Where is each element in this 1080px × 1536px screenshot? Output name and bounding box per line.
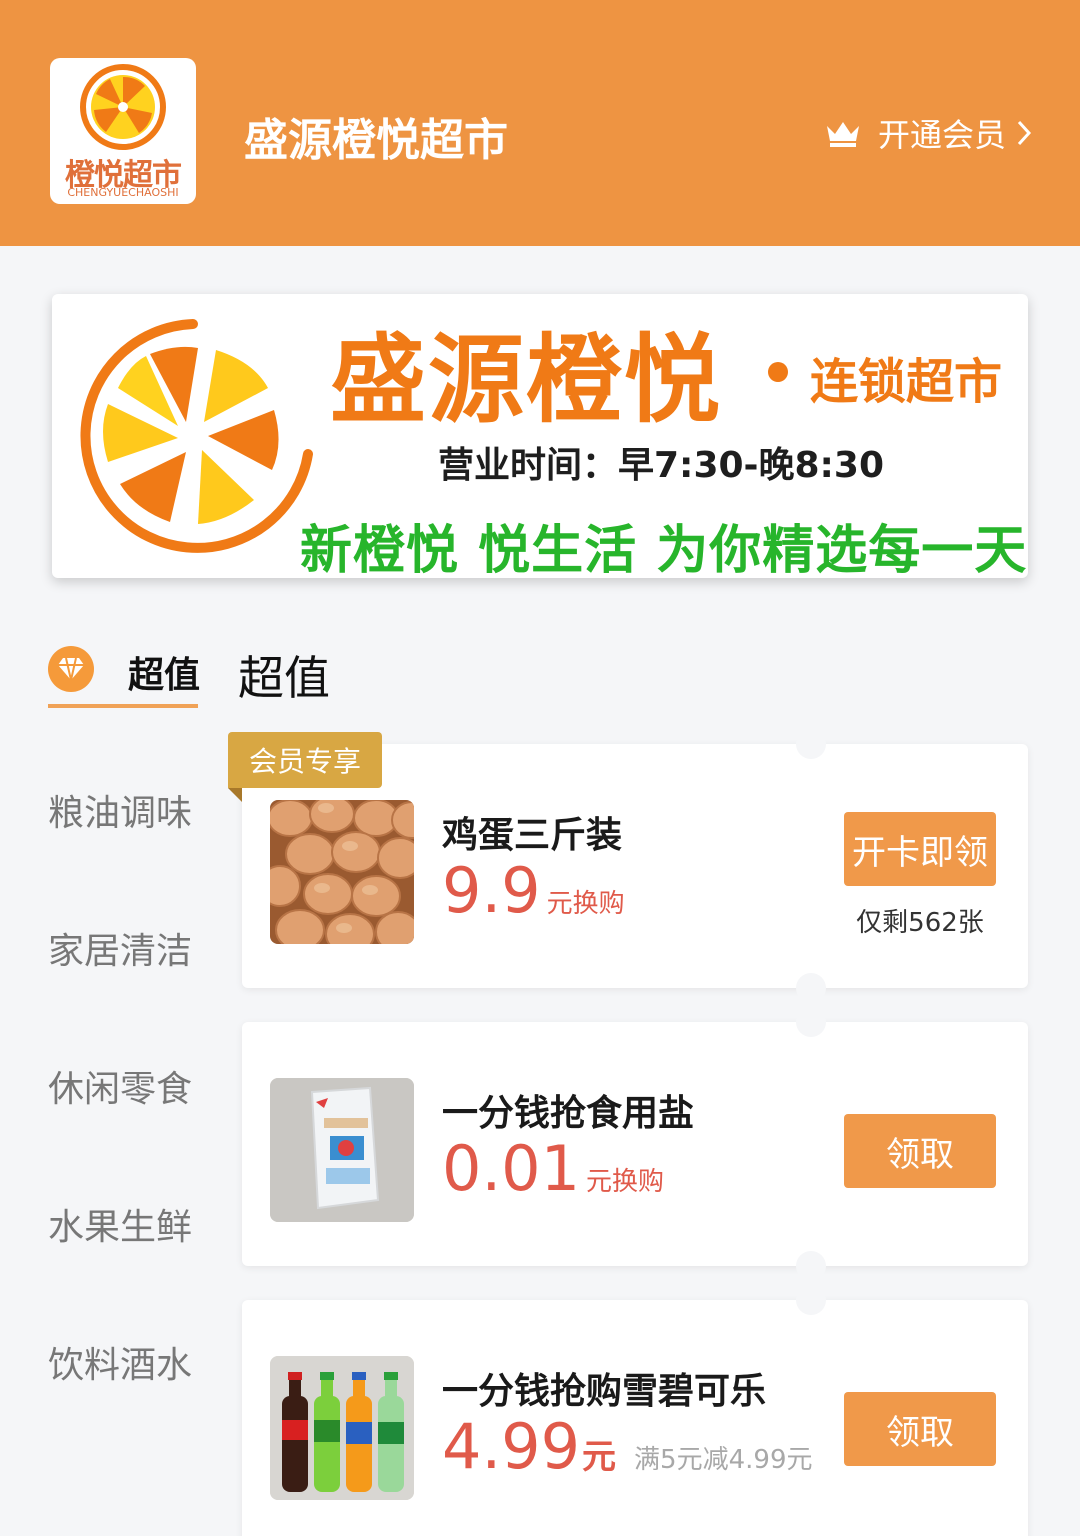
product-name: 一分钱抢购雪碧可乐 [442, 1371, 767, 1412]
badge-fold [228, 788, 242, 802]
price-unit: 元换购 [586, 1167, 665, 1197]
product-name: 鸡蛋三斤装 [442, 815, 623, 856]
orange-slice-icon [80, 319, 313, 553]
claim-button[interactable]: 领取 [844, 1392, 996, 1466]
banner-slogan: 新橙悦 悦生活 为你精选每一天 [300, 521, 1028, 578]
price-row: 0.01 元换购 [442, 1132, 664, 1205]
soda-bottles-image [270, 1356, 414, 1500]
price-unit: 元换购 [546, 889, 625, 919]
product-card-soda[interactable]: 一分钱抢购雪碧可乐 4.99 元 满5元减4.99元 领取 [242, 1285, 1028, 1536]
banner-separator-dot [768, 362, 788, 382]
store-logo: 橙悦超市 CHENGYUECHAOSHI [50, 58, 196, 204]
sidebar-item-fresh-fruit[interactable]: 水果生鲜 [48, 1198, 192, 1250]
sidebar-item-drinks[interactable]: 饮料酒水 [48, 1336, 192, 1388]
open-membership-label: 开通会员 [877, 116, 1006, 154]
tab-value-deals[interactable]: 超值 [128, 646, 200, 698]
salt-image [270, 1078, 414, 1222]
product-price: 9.9 [442, 854, 541, 927]
orange-logo-icon [80, 64, 166, 150]
sidebar-item-household-cleaning[interactable]: 家居清洁 [48, 922, 192, 974]
product-name: 一分钱抢食用盐 [442, 1093, 695, 1134]
diamond-icon [48, 646, 94, 692]
price-row: 9.9 元换购 [442, 854, 625, 927]
open-card-claim-button[interactable]: 开卡即领 [844, 812, 996, 886]
discount-note: 满5元减4.99元 [634, 1445, 813, 1475]
section-title: 超值 [238, 651, 330, 705]
remaining-count: 仅剩562张 [856, 908, 984, 938]
chevron-right-icon [1017, 120, 1032, 146]
logo-subtext: CHENGYUECHAOSHI [67, 186, 179, 199]
price-row: 4.99 元 满5元减4.99元 [442, 1410, 812, 1483]
active-tab-indicator [48, 704, 198, 708]
price-unit: 元 [582, 1437, 617, 1477]
product-price: 4.99 [442, 1410, 581, 1483]
app-header: 橙悦超市 CHENGYUECHAOSHI 盛源橙悦超市 开通会员 [0, 0, 1080, 246]
member-exclusive-badge: 会员专享 [228, 732, 382, 788]
product-price: 0.01 [442, 1132, 581, 1205]
open-membership-link[interactable]: 开通会员 [824, 110, 1034, 156]
sidebar-item-grain-oil[interactable]: 粮油调味 [48, 784, 192, 836]
banner-title: 盛源橙悦 [330, 324, 722, 436]
store-name: 盛源橙悦超市 [244, 115, 508, 166]
crown-icon [826, 122, 859, 147]
claim-button[interactable]: 领取 [844, 1114, 996, 1188]
sidebar-item-snacks[interactable]: 休闲零食 [48, 1060, 192, 1112]
eggs-image [270, 800, 414, 944]
product-card-salt[interactable]: 一分钱抢食用盐 0.01 元换购 领取 [242, 1007, 1028, 1281]
business-hours: 营业时间：早7:30-晚8:30 [438, 445, 885, 486]
banner-subtitle: 连锁超市 [810, 354, 1003, 410]
promo-banner[interactable]: 盛源橙悦 连锁超市 营业时间：早7:30-晚8:30 新橙悦 悦生活 为你精选每… [52, 294, 1028, 578]
